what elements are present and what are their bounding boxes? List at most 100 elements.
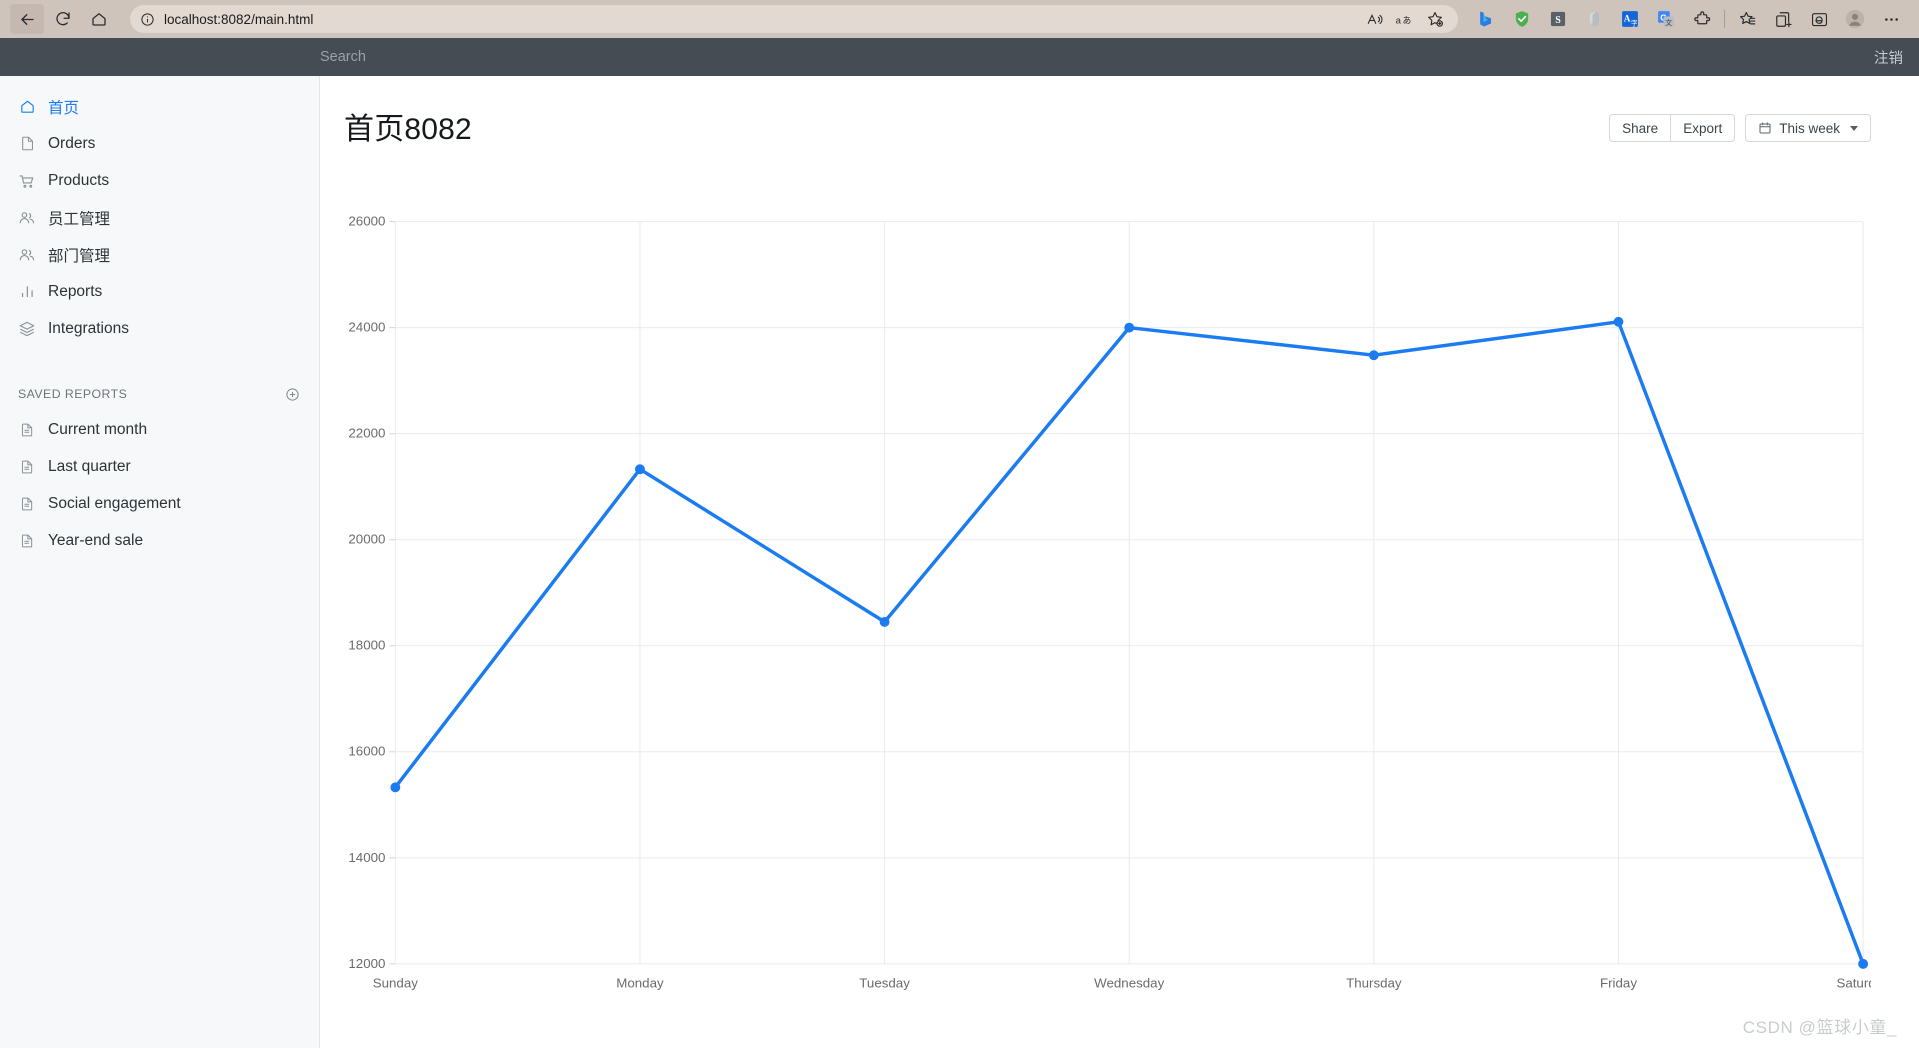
collections-icon[interactable] bbox=[1729, 4, 1765, 34]
sidebar-item-label: Integrations bbox=[48, 319, 129, 337]
y-axis-label: 18000 bbox=[348, 638, 385, 653]
data-point[interactable] bbox=[879, 616, 890, 627]
data-point[interactable] bbox=[1858, 958, 1869, 969]
app-body: 首页 Orders Products 员工管理 部门管理 Reports Int… bbox=[0, 76, 1919, 1048]
home-icon bbox=[17, 97, 37, 117]
sidebar-item-label: Reports bbox=[48, 282, 103, 300]
y-axis-label: 16000 bbox=[348, 744, 385, 759]
sidebar-item-label: Products bbox=[48, 171, 110, 189]
file-icon bbox=[17, 134, 37, 154]
more-settings-icon[interactable] bbox=[1873, 4, 1909, 34]
page-title: 首页8082 bbox=[344, 113, 472, 146]
home-button[interactable] bbox=[82, 4, 116, 34]
sidebar-item-home[interactable]: 首页 bbox=[0, 88, 319, 125]
saved-report-label: Current month bbox=[48, 420, 148, 438]
read-aloud-icon[interactable] bbox=[1366, 11, 1383, 28]
x-axis-label: Thursday bbox=[1346, 976, 1402, 991]
saved-report-social-engagement[interactable]: Social engagement bbox=[0, 485, 319, 522]
data-point[interactable] bbox=[1368, 350, 1379, 361]
office-icon[interactable] bbox=[1576, 4, 1612, 34]
watermark: CSDN @篮球小童_ bbox=[1742, 1018, 1897, 1037]
users-icon bbox=[17, 245, 37, 265]
x-axis-label: Saturday bbox=[1836, 976, 1871, 991]
profile-avatar-icon[interactable] bbox=[1837, 4, 1873, 34]
address-bar[interactable]: localhost:8082/main.html aあ bbox=[130, 5, 1458, 33]
saved-report-current-month[interactable]: Current month bbox=[0, 411, 319, 448]
date-range-dropdown[interactable]: This week bbox=[1745, 114, 1871, 142]
data-point[interactable] bbox=[1124, 322, 1135, 333]
saved-report-year-end-sale[interactable]: Year-end sale bbox=[0, 522, 319, 559]
back-button[interactable] bbox=[10, 4, 44, 34]
snipaste-icon[interactable]: S bbox=[1540, 4, 1576, 34]
bar-chart-icon bbox=[17, 282, 37, 302]
plus-circle-icon[interactable] bbox=[285, 387, 300, 402]
document-icon bbox=[17, 531, 37, 551]
y-axis-label: 24000 bbox=[348, 320, 385, 335]
chart-svg: 12000 14000 16000 18000 20000 22000 24000 26000… bbox=[348, 214, 1871, 991]
add-favorite-icon[interactable] bbox=[1426, 10, 1444, 28]
sidebar: 首页 Orders Products 员工管理 部门管理 Reports Int… bbox=[0, 76, 320, 1048]
browser-chrome: localhost:8082/main.html aあ S A字 G 文 bbox=[0, 0, 1919, 38]
saved-report-label: Year-end sale bbox=[48, 531, 144, 549]
chevron-down-icon bbox=[1850, 125, 1858, 131]
search-input[interactable]: Search bbox=[320, 49, 1858, 65]
extension-toolbar: S A字 G文 bbox=[1468, 4, 1909, 34]
app-topbar: Search 注销 bbox=[0, 38, 1919, 76]
sidebar-item-label: Orders bbox=[48, 134, 96, 152]
saved-reports-section-header: SAVED REPORTS bbox=[0, 377, 319, 411]
dictionary-translate-icon[interactable]: A字 bbox=[1612, 4, 1648, 34]
document-icon bbox=[17, 494, 37, 514]
x-axis-label: Friday bbox=[1600, 976, 1637, 991]
main-content: 首页8082 Share Export This week 12000 14000… bbox=[320, 76, 1919, 1048]
document-icon bbox=[17, 420, 37, 440]
extensions-puzzle-icon[interactable] bbox=[1684, 4, 1720, 34]
x-axis-label: Monday bbox=[616, 976, 664, 991]
svg-text:文: 文 bbox=[1665, 18, 1672, 27]
sidebar-item-label: 部门管理 bbox=[48, 247, 111, 265]
sidebar-item-orders[interactable]: Orders bbox=[0, 125, 319, 162]
saved-report-last-quarter[interactable]: Last quarter bbox=[0, 448, 319, 485]
sidebar-item-employee-management[interactable]: 员工管理 bbox=[0, 199, 319, 236]
bing-copilot-icon[interactable] bbox=[1468, 4, 1504, 34]
y-axis-label: 22000 bbox=[348, 426, 385, 441]
adblock-shield-icon[interactable] bbox=[1504, 4, 1540, 34]
translate-icon[interactable]: aあ bbox=[1395, 11, 1414, 28]
y-axis-label: 20000 bbox=[348, 532, 385, 547]
document-icon bbox=[17, 457, 37, 477]
google-translate-icon[interactable]: G文 bbox=[1648, 4, 1684, 34]
share-button[interactable]: Share bbox=[1609, 114, 1672, 142]
sidebar-item-reports[interactable]: Reports bbox=[0, 273, 319, 310]
y-axis-label: 26000 bbox=[348, 214, 385, 229]
sidebar-item-label: 首页 bbox=[48, 99, 80, 117]
svg-text:あ: あ bbox=[1402, 15, 1411, 26]
layers-icon bbox=[17, 319, 37, 339]
data-point[interactable] bbox=[635, 464, 645, 475]
back-arrow-icon bbox=[18, 10, 37, 29]
date-range-label: This week bbox=[1779, 120, 1840, 136]
logout-button[interactable]: 注销 bbox=[1858, 38, 1919, 76]
svg-text:A: A bbox=[1624, 14, 1631, 24]
svg-text:S: S bbox=[1555, 15, 1561, 26]
y-axis-label: 14000 bbox=[348, 850, 385, 865]
data-point[interactable] bbox=[1613, 316, 1624, 327]
sidebar-item-department-management[interactable]: 部门管理 bbox=[0, 236, 319, 273]
refresh-button[interactable] bbox=[46, 4, 80, 34]
sidebar-item-products[interactable]: Products bbox=[0, 162, 319, 199]
saved-report-label: Social engagement bbox=[48, 494, 181, 512]
ie-mode-icon[interactable] bbox=[1801, 4, 1837, 34]
page-header: 首页8082 Share Export This week bbox=[320, 76, 1919, 148]
share-export-group: Share Export bbox=[1609, 114, 1736, 142]
x-axis-label: Sunday bbox=[373, 976, 419, 991]
data-point[interactable] bbox=[390, 782, 401, 793]
site-info-icon[interactable] bbox=[140, 12, 155, 27]
x-axis-label: Tuesday bbox=[859, 976, 910, 991]
url-text: localhost:8082/main.html bbox=[164, 11, 314, 27]
cart-icon bbox=[17, 171, 37, 191]
split-screen-icon[interactable] bbox=[1765, 4, 1801, 34]
toolbar-divider bbox=[1724, 10, 1725, 28]
line-chart: 12000 14000 16000 18000 20000 22000 24000 26000… bbox=[344, 188, 1871, 1038]
svg-text:字: 字 bbox=[1631, 19, 1638, 28]
export-button[interactable]: Export bbox=[1671, 114, 1736, 142]
sidebar-item-integrations[interactable]: Integrations bbox=[0, 310, 319, 347]
page-actions: Share Export This week bbox=[1609, 104, 1871, 142]
